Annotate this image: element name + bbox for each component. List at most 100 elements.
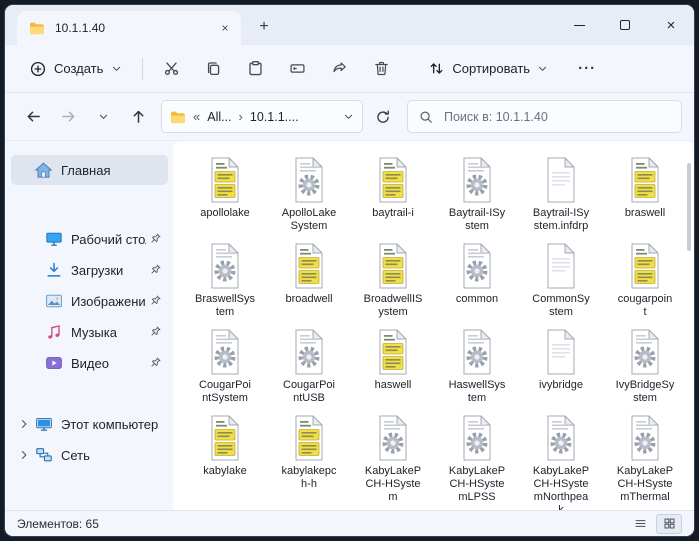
more-options-button[interactable]: ··· [570, 52, 604, 86]
system-file-icon [207, 243, 243, 289]
breadcrumb-segment[interactable]: All... [207, 110, 231, 124]
file-KabyLakePCH-HSystemLPSS[interactable]: KabyLakeP CH-HSyste mLPSS [435, 415, 519, 503]
chevron-down-icon[interactable] [343, 111, 354, 122]
up-button[interactable] [122, 100, 155, 133]
file-HaswellSystem[interactable]: HaswellSys tem [435, 329, 519, 415]
system-file-icon [375, 415, 411, 461]
copy-button[interactable] [194, 52, 232, 86]
file-IvyBridgeSystem[interactable]: IvyBridgeSy stem [603, 329, 687, 415]
chevron-right-icon[interactable] [15, 449, 33, 461]
recent-locations-button[interactable] [87, 100, 120, 133]
file-broadwell[interactable]: broadwell [267, 243, 351, 329]
file-name-label: CougarPoi ntUSB [283, 379, 335, 404]
file-kabylakepch-h[interactable]: kabylakepc h-h [267, 415, 351, 501]
file-kabylake[interactable]: kabylake [183, 415, 267, 501]
file-baytrail-i[interactable]: baytrail-i [351, 157, 435, 243]
sidebar-item-label: Изображения [71, 293, 146, 309]
sort-button[interactable]: Сортировать [418, 52, 558, 86]
new-tab-button[interactable]: + [249, 12, 279, 42]
chevron-right-icon[interactable] [15, 418, 33, 430]
file-ApolloLakeSystem[interactable]: ApolloLake System [267, 157, 351, 243]
rename-icon [289, 60, 306, 77]
setup-information-file-icon [207, 415, 243, 461]
file-name-label: broadwell [285, 293, 333, 305]
sort-icon [428, 60, 445, 77]
sidebar-item-videos[interactable]: Видео [11, 348, 168, 378]
file-CougarPointSystem[interactable]: CougarPoi ntSystem [183, 329, 267, 415]
file-name-label: Baytrail-ISy stem [448, 207, 506, 232]
file-BroadwellISystem[interactable]: BroadwellIS ystem [351, 243, 435, 329]
file-KabyLakePCH-HSystemNorthpeak[interactable]: KabyLakeP CH-HSyste mNorthpea k [519, 415, 603, 510]
file-name-label: IvyBridgeSy stem [615, 379, 675, 404]
share-icon [331, 60, 348, 77]
sidebar-item-label: Этот компьютер [61, 416, 159, 432]
search-box[interactable] [407, 100, 682, 133]
breadcrumb-segment[interactable]: 10.1.1.... [250, 110, 299, 124]
sidebar-item-label: Главная [61, 162, 111, 178]
file-name-label: Baytrail-ISy stem.infdrp [532, 207, 590, 232]
pictures-icon [43, 291, 64, 311]
file-cougarpoint[interactable]: cougarpoin t [603, 243, 687, 329]
search-input[interactable] [442, 108, 670, 125]
document-file-icon [543, 329, 579, 375]
tab-close-icon[interactable]: × [215, 18, 235, 38]
file-apollolake[interactable]: apollolake [183, 157, 267, 243]
sidebar-item-home[interactable]: Главная [11, 155, 168, 185]
setup-information-file-icon [375, 329, 411, 375]
icons-view-button[interactable] [656, 513, 682, 534]
sidebar-item-pictures[interactable]: Изображения [11, 286, 168, 316]
forward-icon [60, 108, 77, 125]
sidebar-item-music[interactable]: Музыка [11, 317, 168, 347]
file-Baytrail-ISystem.infdrp[interactable]: Baytrail-ISy stem.infdrp [519, 157, 603, 243]
maximize-icon [620, 20, 630, 30]
share-button[interactable] [320, 52, 358, 86]
sidebar-item-desktop[interactable]: Рабочий стол [11, 224, 168, 254]
folder-icon [170, 110, 186, 124]
home-icon [33, 160, 54, 180]
status-bar: Элементов: 65 [5, 510, 694, 536]
breadcrumb[interactable]: « All... › 10.1.1.... [161, 100, 363, 133]
rename-button[interactable] [278, 52, 316, 86]
system-file-icon [207, 329, 243, 375]
minimize-button[interactable] [556, 5, 602, 45]
vertical-scrollbar[interactable] [687, 163, 691, 251]
refresh-button[interactable] [367, 101, 399, 133]
file-ivybridge[interactable]: ivybridge [519, 329, 603, 415]
paste-button[interactable] [236, 52, 274, 86]
file-grid: apollolake ApolloLake System baytrail-i B… [183, 157, 687, 510]
file-BraswellSystem[interactable]: BraswellSys tem [183, 243, 267, 329]
forward-button[interactable] [52, 100, 85, 133]
address-bar: « All... › 10.1.1.... [5, 93, 694, 141]
file-common[interactable]: common [435, 243, 519, 329]
tab-current-folder[interactable]: 10.1.1.40 × [17, 11, 241, 45]
sidebar-item-network[interactable]: Сеть [11, 440, 168, 470]
up-icon [130, 108, 147, 125]
back-button[interactable] [17, 100, 50, 133]
main-area: Главная Рабочий стол Загрузки Изображени… [5, 141, 694, 510]
create-new-button[interactable]: Создать [19, 52, 133, 86]
details-view-button[interactable] [627, 514, 653, 534]
file-name-label: CougarPoi ntSystem [199, 379, 251, 404]
file-KabyLakePCH-HSystem[interactable]: KabyLakeP CH-HSyste m [351, 415, 435, 503]
system-file-icon [459, 243, 495, 289]
create-new-label: Создать [54, 60, 104, 76]
file-KabyLakePCH-HSystemThermal[interactable]: KabyLakeP CH-HSyste mThermal [603, 415, 687, 503]
file-name-label: KabyLakeP CH-HSyste mLPSS [448, 465, 506, 503]
sidebar-item-computer[interactable]: Этот компьютер [11, 409, 168, 439]
breadcrumb-overflow[interactable]: « [193, 109, 200, 124]
file-CougarPointUSB[interactable]: CougarPoi ntUSB [267, 329, 351, 415]
title-bar: 10.1.1.40 × + × [5, 5, 694, 45]
close-button[interactable]: × [648, 5, 694, 45]
file-braswell[interactable]: braswell [603, 157, 687, 243]
maximize-button[interactable] [602, 5, 648, 45]
file-CommonSystem[interactable]: CommonSy stem [519, 243, 603, 329]
copy-icon [205, 60, 222, 77]
desktop-icon [43, 229, 64, 249]
file-Baytrail-ISystem[interactable]: Baytrail-ISy stem [435, 157, 519, 243]
delete-button[interactable] [362, 52, 400, 86]
file-haswell[interactable]: haswell [351, 329, 435, 415]
file-name-label: ivybridge [538, 379, 584, 391]
sidebar-item-downloads[interactable]: Загрузки [11, 255, 168, 285]
cut-button[interactable] [152, 52, 190, 86]
pin-icon [146, 232, 162, 246]
